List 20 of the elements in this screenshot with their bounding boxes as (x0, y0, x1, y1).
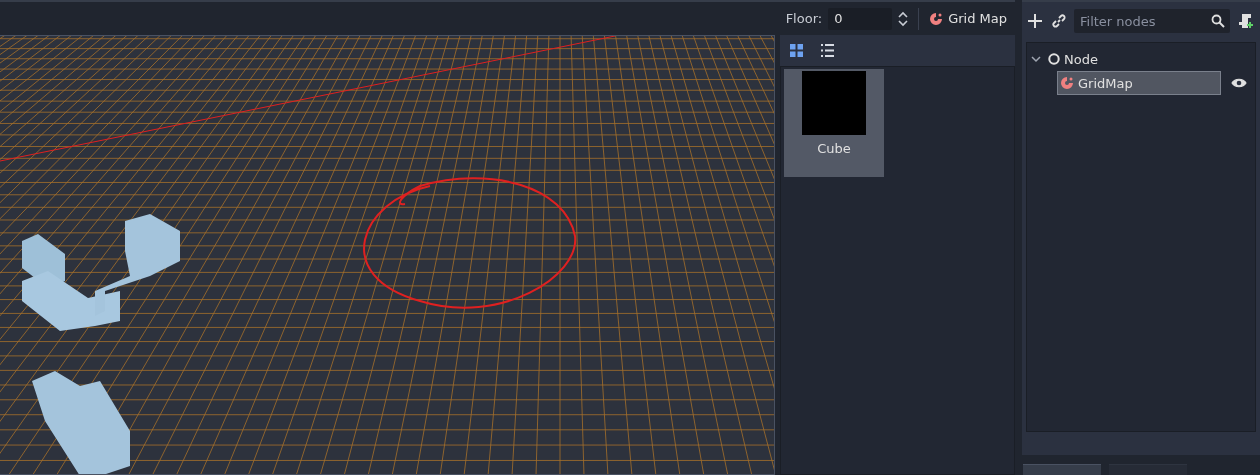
eye-icon[interactable] (1231, 77, 1247, 89)
grid-view-button[interactable] (788, 42, 805, 59)
script-add-icon[interactable] (1236, 11, 1256, 31)
gridmap-button[interactable]: Grid Map (929, 11, 1007, 26)
tree-item[interactable]: GridMap (1057, 71, 1221, 95)
floor-field[interactable]: 0 (828, 7, 893, 30)
tree-item[interactable]: Node (1045, 47, 1103, 71)
add-icon[interactable] (1026, 12, 1044, 30)
gridmap-icon (929, 11, 944, 26)
gridmap-icon (1060, 76, 1074, 90)
spinner-icon[interactable] (898, 9, 909, 28)
mesh-thumbnail (802, 71, 866, 135)
search-icon (1211, 14, 1225, 28)
mesh-tile[interactable]: Cube (784, 69, 884, 177)
link-icon[interactable] (1050, 12, 1068, 30)
filter-field[interactable]: Filter nodes (1074, 9, 1230, 33)
node-icon (1048, 53, 1060, 65)
floor-label: Floor: (785, 11, 823, 26)
mesh-label: Cube (817, 141, 851, 156)
list-view-button[interactable] (819, 42, 836, 59)
